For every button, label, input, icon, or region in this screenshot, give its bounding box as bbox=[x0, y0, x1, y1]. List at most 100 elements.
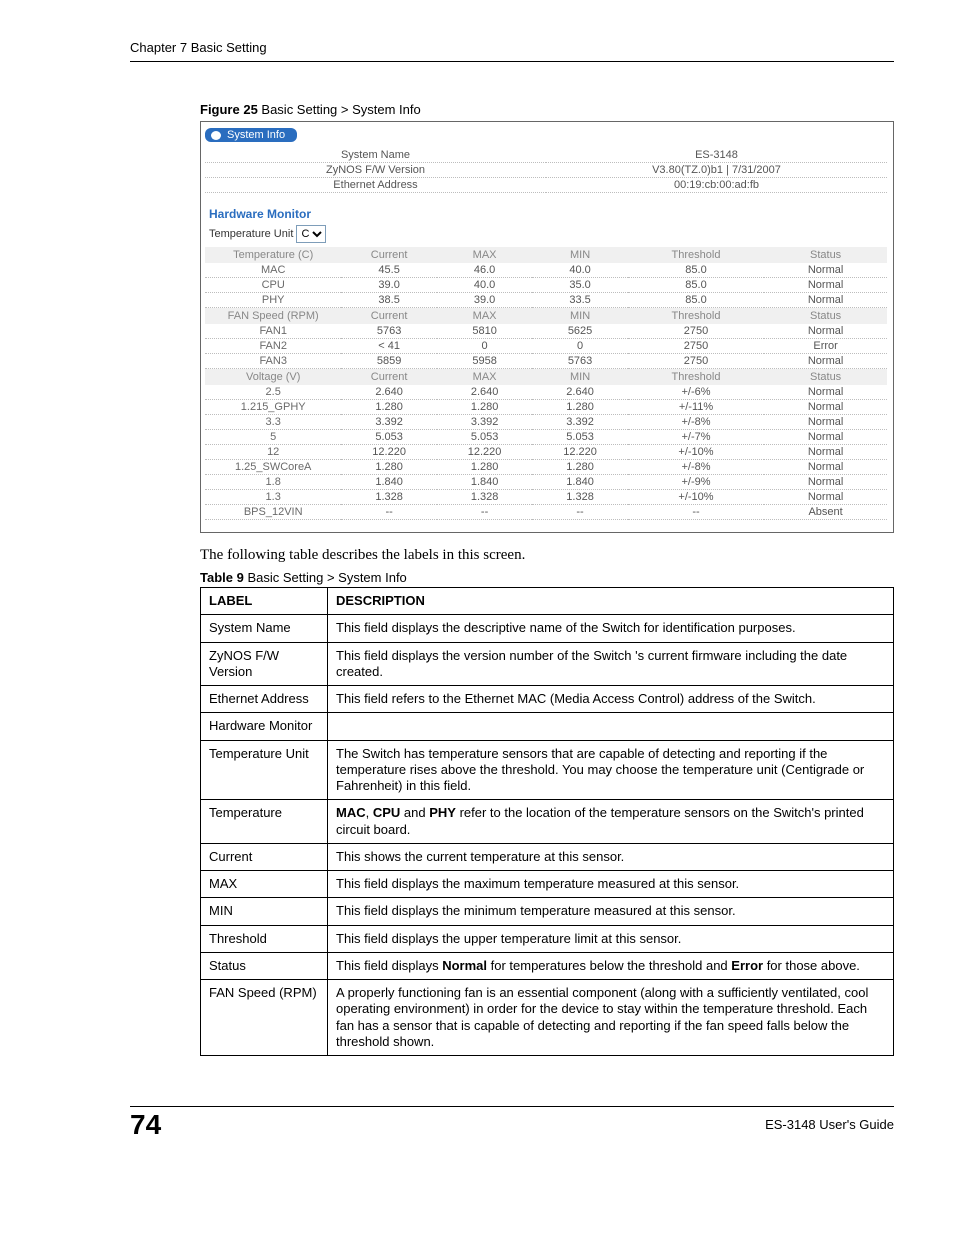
table-title: Basic Setting > System Info bbox=[244, 570, 407, 585]
volt-col-min: MIN bbox=[532, 369, 627, 386]
chapter-heading: Chapter 7 Basic Setting bbox=[130, 40, 894, 62]
desc-text: This field displays the version number o… bbox=[328, 642, 894, 686]
volt-current: 3.392 bbox=[341, 415, 436, 430]
tab-system-info[interactable]: System Info bbox=[205, 128, 297, 142]
temp-max: 39.0 bbox=[437, 293, 532, 308]
temp-col-threshold: Threshold bbox=[628, 247, 764, 263]
volt-min: 1.328 bbox=[532, 490, 627, 505]
volt-current: 12.220 bbox=[341, 445, 436, 460]
desc-text: This field displays the minimum temperat… bbox=[328, 898, 894, 925]
volt-max: 5.053 bbox=[437, 430, 532, 445]
fan-max: 5958 bbox=[437, 354, 532, 369]
temp-status: Normal bbox=[764, 263, 887, 278]
desc-label: Current bbox=[201, 843, 328, 870]
volt-name: 1.25_SWCoreA bbox=[205, 460, 341, 475]
hardware-monitor-table: Temperature (C)CurrentMAXMINThresholdSta… bbox=[205, 247, 887, 520]
volt-min: 5.053 bbox=[532, 430, 627, 445]
fan-current: < 41 bbox=[341, 339, 436, 354]
temp-col-current: Current bbox=[341, 247, 436, 263]
page-number: 74 bbox=[130, 1109, 161, 1141]
volt-max: 1.280 bbox=[437, 460, 532, 475]
desc-row: System NameThis field displays the descr… bbox=[201, 615, 894, 642]
temp-max: 46.0 bbox=[437, 263, 532, 278]
hardware-monitor-title: Hardware Monitor bbox=[209, 207, 887, 221]
figure-number: Figure 25 bbox=[200, 102, 258, 117]
intro-text: The following table describes the labels… bbox=[200, 547, 894, 564]
system-info-screenshot: System Info System NameES-3148ZyNOS F/W … bbox=[200, 121, 894, 533]
desc-label: FAN Speed (RPM) bbox=[201, 980, 328, 1056]
volt-threshold: +/-8% bbox=[628, 415, 764, 430]
temperature-unit-row: Temperature Unit C bbox=[209, 225, 887, 243]
temperature-unit-select[interactable]: C bbox=[296, 225, 326, 243]
temp-col-min: MIN bbox=[532, 247, 627, 263]
volt-current: -- bbox=[341, 505, 436, 520]
volt-threshold: +/-6% bbox=[628, 385, 764, 400]
volt-max: 3.392 bbox=[437, 415, 532, 430]
volt-status: Normal bbox=[764, 415, 887, 430]
temp-threshold: 85.0 bbox=[628, 278, 764, 293]
page-footer: 74 ES-3148 User's Guide bbox=[130, 1106, 894, 1151]
volt-name: 12 bbox=[205, 445, 341, 460]
volt-max: 12.220 bbox=[437, 445, 532, 460]
volt-current: 1.840 bbox=[341, 475, 436, 490]
fan-min: 5763 bbox=[532, 354, 627, 369]
temp-name: MAC bbox=[205, 263, 341, 278]
volt-min: 3.392 bbox=[532, 415, 627, 430]
volt-status: Normal bbox=[764, 430, 887, 445]
temperature-unit-label: Temperature Unit bbox=[209, 228, 293, 240]
figure-title: Basic Setting > System Info bbox=[258, 102, 421, 117]
sysinfo-label: ZyNOS F/W Version bbox=[205, 163, 546, 178]
desc-header-desc: DESCRIPTION bbox=[328, 588, 894, 615]
volt-max: 1.840 bbox=[437, 475, 532, 490]
volt-max: 2.640 bbox=[437, 385, 532, 400]
desc-text: MAC, CPU and PHY refer to the location o… bbox=[328, 800, 894, 844]
fan-col-min: MIN bbox=[532, 308, 627, 325]
fan-max: 5810 bbox=[437, 324, 532, 339]
volt-row: 1.31.3281.3281.328+/-10%Normal bbox=[205, 490, 887, 505]
footer-guide: ES-3148 User's Guide bbox=[765, 1117, 894, 1132]
fan-name: FAN2 bbox=[205, 339, 341, 354]
table-caption: Table 9 Basic Setting > System Info bbox=[200, 570, 894, 585]
fan-min: 0 bbox=[532, 339, 627, 354]
fan-row: FAN15763581056252750Normal bbox=[205, 324, 887, 339]
fan-name: FAN1 bbox=[205, 324, 341, 339]
desc-label: Hardware Monitor bbox=[201, 713, 328, 740]
volt-threshold: +/-7% bbox=[628, 430, 764, 445]
desc-row: MINThis field displays the minimum tempe… bbox=[201, 898, 894, 925]
desc-label: Temperature bbox=[201, 800, 328, 844]
desc-label: ZyNOS F/W Version bbox=[201, 642, 328, 686]
volt-name: 1.215_GPHY bbox=[205, 400, 341, 415]
volt-status: Normal bbox=[764, 475, 887, 490]
desc-text bbox=[328, 713, 894, 740]
volt-row: 1.215_GPHY1.2801.2801.280+/-11%Normal bbox=[205, 400, 887, 415]
fan-name: FAN3 bbox=[205, 354, 341, 369]
fan-current: 5763 bbox=[341, 324, 436, 339]
desc-text: This field refers to the Ethernet MAC (M… bbox=[328, 686, 894, 713]
volt-max: 1.280 bbox=[437, 400, 532, 415]
volt-row: 1212.22012.22012.220+/-10%Normal bbox=[205, 445, 887, 460]
volt-current: 5.053 bbox=[341, 430, 436, 445]
fan-status: Error bbox=[764, 339, 887, 354]
volt-current: 1.280 bbox=[341, 460, 436, 475]
fan-col-status: Status bbox=[764, 308, 887, 325]
volt-threshold: -- bbox=[628, 505, 764, 520]
volt-name: 3.3 bbox=[205, 415, 341, 430]
desc-row: Hardware Monitor bbox=[201, 713, 894, 740]
fan-row: FAN35859595857632750Normal bbox=[205, 354, 887, 369]
volt-status: Absent bbox=[764, 505, 887, 520]
desc-text: This shows the current temperature at th… bbox=[328, 843, 894, 870]
volt-status: Normal bbox=[764, 445, 887, 460]
volt-row: BPS_12VIN--------Absent bbox=[205, 505, 887, 520]
temp-threshold: 85.0 bbox=[628, 263, 764, 278]
desc-label: MIN bbox=[201, 898, 328, 925]
temp-name: CPU bbox=[205, 278, 341, 293]
volt-threshold: +/-8% bbox=[628, 460, 764, 475]
volt-row: 1.25_SWCoreA1.2801.2801.280+/-8%Normal bbox=[205, 460, 887, 475]
volt-threshold: +/-9% bbox=[628, 475, 764, 490]
volt-min: 2.640 bbox=[532, 385, 627, 400]
table-number: Table 9 bbox=[200, 570, 244, 585]
sysinfo-value: 00:19:cb:00:ad:fb bbox=[546, 178, 887, 193]
volt-min: -- bbox=[532, 505, 627, 520]
fan-col-max: MAX bbox=[437, 308, 532, 325]
desc-text: A properly functioning fan is an essenti… bbox=[328, 980, 894, 1056]
